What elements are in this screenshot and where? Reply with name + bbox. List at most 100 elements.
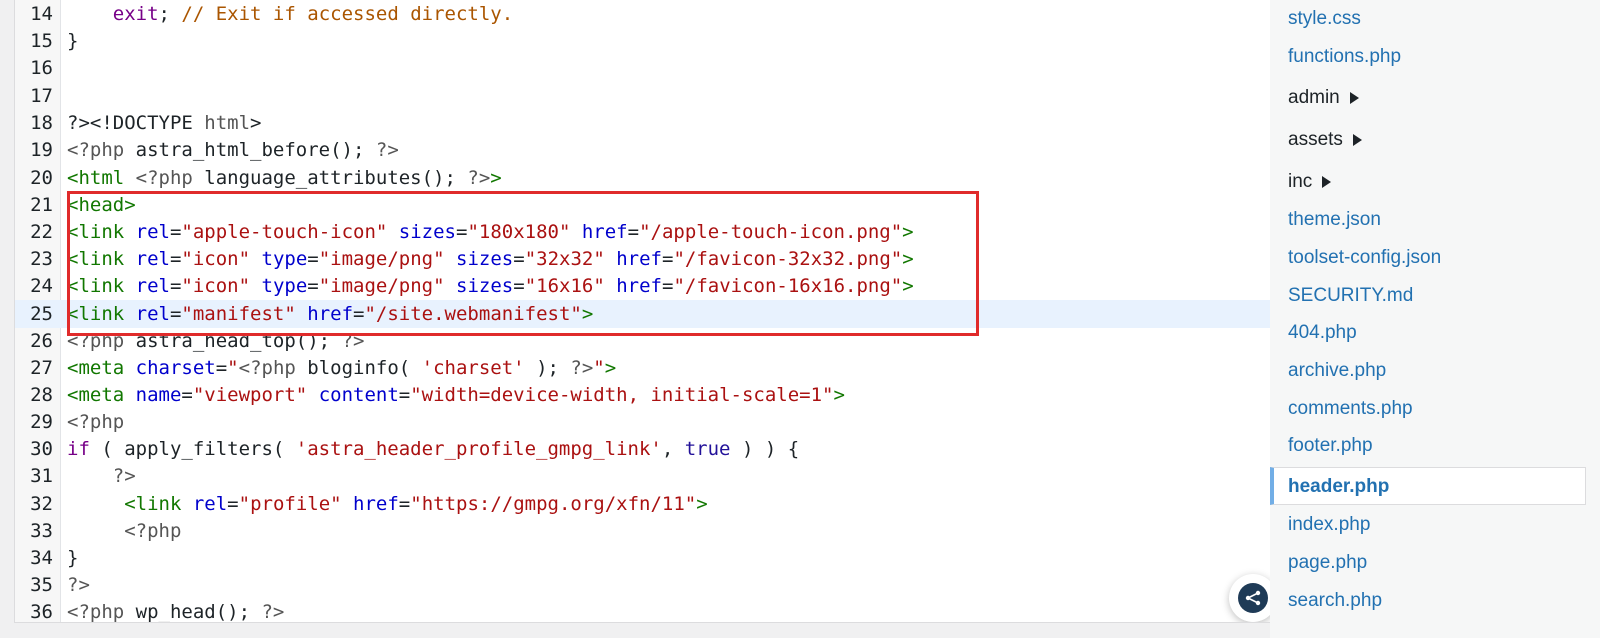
line-number: 30 bbox=[30, 438, 53, 460]
file-item[interactable]: search.php bbox=[1270, 582, 1586, 620]
code-line[interactable]: 20 <html <?php language_attributes(); ?>> bbox=[15, 164, 1271, 192]
code-line[interactable]: 29 <?php bbox=[15, 408, 1271, 436]
file-label: footer.php bbox=[1288, 435, 1373, 456]
line-number: 33 bbox=[30, 520, 53, 542]
theme-files-sidebar: style.css functions.php admin assets inc them… bbox=[1270, 0, 1600, 638]
code-line[interactable]: 15} bbox=[15, 27, 1271, 55]
code-token: <meta bbox=[67, 384, 136, 406]
code-token: if bbox=[67, 438, 90, 460]
code-line[interactable]: 34} bbox=[15, 544, 1271, 572]
code-line[interactable]: 36 <?php wp_head(); ?> bbox=[15, 598, 1271, 623]
code-text: <meta charset="<?php bloginfo( 'charset'… bbox=[67, 354, 616, 382]
code-token: = bbox=[227, 493, 239, 515]
code-editor[interactable]: 14 exit; // Exit if accessed directly. 15… bbox=[14, 0, 1271, 623]
code-line[interactable]: 16 bbox=[15, 54, 1271, 82]
file-item[interactable]: 404.php bbox=[1270, 314, 1586, 352]
code-line[interactable]: 30 if ( apply_filters( 'astra_header_prof… bbox=[15, 435, 1271, 463]
file-item[interactable]: style.css bbox=[1270, 0, 1586, 38]
code-token: } bbox=[67, 547, 79, 569]
expand-arrow-icon[interactable] bbox=[1349, 91, 1359, 104]
line-number: 24 bbox=[30, 275, 53, 297]
code-token: bloginfo( bbox=[295, 357, 422, 379]
code-text: ?> bbox=[67, 462, 136, 490]
file-item[interactable]: header.php bbox=[1270, 467, 1586, 505]
code-token: > bbox=[696, 493, 708, 515]
code-token: = bbox=[181, 384, 193, 406]
file-label: style.css bbox=[1288, 8, 1361, 29]
code-token: href bbox=[353, 493, 399, 515]
code-text: <html <?php language_attributes(); ?>> bbox=[67, 164, 502, 192]
line-number: 29 bbox=[30, 411, 53, 433]
file-item[interactable]: page.php bbox=[1270, 544, 1586, 582]
code-token: true bbox=[684, 438, 731, 460]
code-token: wp_head(); bbox=[124, 601, 262, 623]
file-label: comments.php bbox=[1288, 398, 1413, 419]
code-token: ?> bbox=[67, 574, 90, 596]
folder-label: admin bbox=[1288, 87, 1340, 108]
line-number: 14 bbox=[30, 3, 53, 25]
code-line[interactable]: 33 <?php bbox=[15, 517, 1271, 545]
folder-label: inc bbox=[1288, 171, 1313, 192]
file-label: SECURITY.md bbox=[1288, 285, 1414, 306]
code-line[interactable]: 32 <link rel="profile" href="https://gmp… bbox=[15, 490, 1271, 518]
file-item[interactable]: toolset-config.json bbox=[1270, 239, 1586, 277]
code-line[interactable]: 28 <meta name="viewport" content="width=d… bbox=[15, 381, 1271, 409]
file-item[interactable]: comments.php bbox=[1270, 390, 1586, 428]
code-token: > bbox=[250, 112, 262, 134]
code-token: ( apply_filters( bbox=[89, 438, 296, 460]
code-token: > bbox=[490, 167, 502, 189]
code-text: <?php bbox=[67, 408, 124, 436]
file-item[interactable]: functions.php bbox=[1270, 38, 1586, 76]
code-text: <?php astra_html_before(); ?> bbox=[67, 136, 399, 164]
expand-arrow-icon[interactable] bbox=[1352, 133, 1362, 146]
code-token: astra_html_before(); bbox=[124, 139, 376, 161]
code-line[interactable]: 35 ?> bbox=[15, 571, 1271, 599]
line-number: 34 bbox=[30, 547, 53, 569]
code-token: rel bbox=[192, 493, 228, 515]
file-item[interactable]: SECURITY.md bbox=[1270, 277, 1586, 315]
code-line[interactable]: 19 <?php astra_html_before(); ?> bbox=[15, 136, 1271, 164]
line-number: 22 bbox=[30, 221, 53, 243]
code-token: > bbox=[833, 384, 845, 406]
code-token: <?php bbox=[124, 520, 182, 542]
code-line[interactable]: 14 exit; // Exit if accessed directly. bbox=[15, 0, 1271, 28]
line-number: 25 bbox=[30, 303, 53, 325]
folder-label: assets bbox=[1288, 129, 1343, 150]
line-number: 21 bbox=[30, 194, 53, 216]
line-number: 26 bbox=[30, 330, 53, 352]
code-text: ?><!DOCTYPE html> bbox=[67, 109, 262, 137]
code-line[interactable]: 18 ?><!DOCTYPE html> bbox=[15, 109, 1271, 137]
share-button[interactable] bbox=[1229, 574, 1271, 622]
file-item[interactable]: theme.json bbox=[1270, 201, 1586, 239]
code-text: <?php bbox=[67, 517, 181, 545]
file-label: index.php bbox=[1288, 514, 1371, 535]
line-number: 23 bbox=[30, 248, 53, 270]
code-token: <?php bbox=[67, 411, 125, 433]
code-token: "width=device-width, initial-scale=1" bbox=[410, 384, 834, 406]
code-line[interactable]: 27 <meta charset="<?php bloginfo( 'charse… bbox=[15, 354, 1271, 382]
file-label: 404.php bbox=[1288, 322, 1357, 343]
file-item[interactable]: footer.php bbox=[1270, 427, 1586, 465]
code-token: ); bbox=[524, 357, 571, 379]
code-line[interactable]: 31 ?> bbox=[15, 462, 1271, 490]
expand-arrow-icon[interactable] bbox=[1322, 175, 1332, 188]
file-label: search.php bbox=[1288, 590, 1383, 611]
folder-item[interactable]: inc bbox=[1270, 163, 1586, 201]
code-token: <?php bbox=[67, 601, 125, 623]
folder-item[interactable]: assets bbox=[1270, 121, 1586, 159]
file-item[interactable]: archive.php bbox=[1270, 352, 1586, 390]
code-token: <html bbox=[67, 167, 136, 189]
folder-item[interactable]: admin bbox=[1270, 79, 1586, 117]
file-item[interactable]: index.php bbox=[1270, 506, 1586, 544]
code-token: <link bbox=[124, 493, 193, 515]
code-token: "profile" bbox=[238, 493, 342, 515]
code-token: <meta bbox=[67, 357, 136, 379]
code-text: ?> bbox=[67, 571, 90, 599]
file-label: functions.php bbox=[1288, 46, 1402, 67]
code-token: 'charset' bbox=[421, 357, 525, 379]
code-line[interactable]: 17 bbox=[15, 82, 1271, 110]
line-number: 17 bbox=[30, 85, 53, 107]
highlight-box bbox=[67, 191, 979, 336]
code-token: "viewport" bbox=[192, 384, 308, 406]
